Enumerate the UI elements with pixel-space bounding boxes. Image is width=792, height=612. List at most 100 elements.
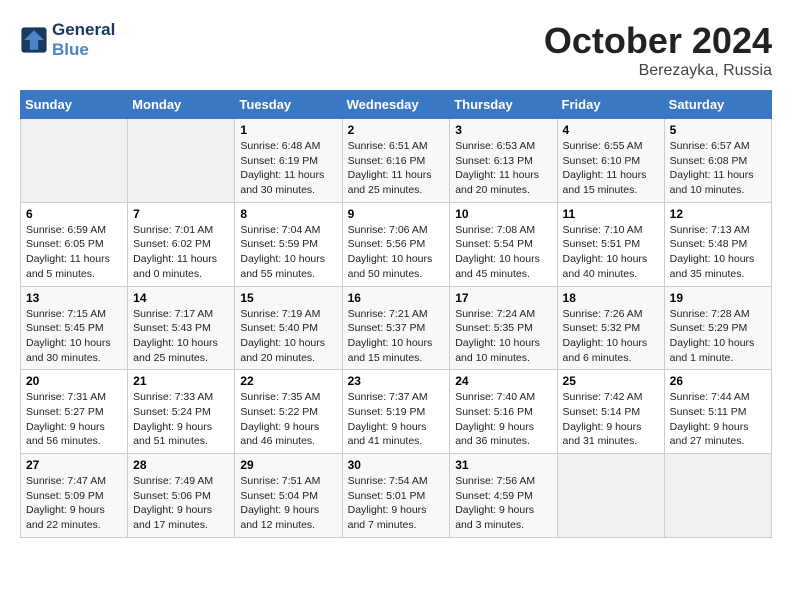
calendar-cell: 13Sunrise: 7:15 AM Sunset: 5:45 PM Dayli… (21, 286, 128, 370)
calendar-week-row: 6 Sunrise: 6:59 AM Sunset: 6:05 PM Daylig… (21, 202, 772, 286)
day-info: Sunrise: 7:28 AM Sunset: 5:29 PM Dayligh… (670, 307, 766, 366)
calendar-cell: 29 Sunrise: 7:51 AM Sunset: 5:04 PM Dayli… (235, 454, 342, 538)
day-number: 21 (133, 374, 229, 388)
calendar-cell (21, 119, 128, 203)
day-info: Sunrise: 6:48 AM Sunset: 6:19 PM Dayligh… (240, 139, 336, 198)
day-info: Sunrise: 7:26 AM Sunset: 5:32 PM Dayligh… (563, 307, 659, 366)
logo-line1: General (52, 20, 115, 40)
day-info: Sunrise: 6:55 AM Sunset: 6:10 PM Dayligh… (563, 139, 659, 198)
day-info: Sunrise: 7:44 AM Sunset: 5:11 PM Dayligh… (670, 390, 766, 449)
day-number: 12 (670, 207, 766, 221)
day-number: 29 (240, 458, 336, 472)
calendar-week-row: 27 Sunrise: 7:47 AM Sunset: 5:09 PM Dayli… (21, 454, 772, 538)
calendar-cell: 7Sunrise: 7:01 AM Sunset: 6:02 PM Daylig… (128, 202, 235, 286)
calendar-cell: 19 Sunrise: 7:28 AM Sunset: 5:29 PM Dayli… (664, 286, 771, 370)
day-number: 9 (348, 207, 445, 221)
day-info: Sunrise: 6:51 AM Sunset: 6:16 PM Dayligh… (348, 139, 445, 198)
day-number: 6 (26, 207, 122, 221)
day-info: Sunrise: 6:53 AM Sunset: 6:13 PM Dayligh… (455, 139, 551, 198)
logo-icon (20, 26, 48, 54)
calendar-cell: 12 Sunrise: 7:13 AM Sunset: 5:48 PM Dayli… (664, 202, 771, 286)
calendar-day-header: Saturday (664, 91, 771, 119)
day-info: Sunrise: 7:49 AM Sunset: 5:06 PM Dayligh… (133, 474, 229, 533)
day-info: Sunrise: 7:06 AM Sunset: 5:56 PM Dayligh… (348, 223, 445, 282)
day-info: Sunrise: 7:51 AM Sunset: 5:04 PM Dayligh… (240, 474, 336, 533)
calendar-cell: 1 Sunrise: 6:48 AM Sunset: 6:19 PM Daylig… (235, 119, 342, 203)
calendar-cell: 22Sunrise: 7:35 AM Sunset: 5:22 PM Dayli… (235, 370, 342, 454)
day-info: Sunrise: 7:54 AM Sunset: 5:01 PM Dayligh… (348, 474, 445, 533)
calendar-cell (557, 454, 664, 538)
day-number: 22 (240, 374, 336, 388)
day-number: 4 (563, 123, 659, 137)
day-number: 14 (133, 291, 229, 305)
day-number: 5 (670, 123, 766, 137)
day-number: 1 (240, 123, 336, 137)
day-number: 17 (455, 291, 551, 305)
day-number: 30 (348, 458, 445, 472)
day-number: 13 (26, 291, 122, 305)
day-number: 2 (348, 123, 445, 137)
calendar-week-row: 1 Sunrise: 6:48 AM Sunset: 6:19 PM Daylig… (21, 119, 772, 203)
page-header: General Blue October 2024 Berezayka, Rus… (20, 20, 772, 80)
calendar-cell: 8Sunrise: 7:04 AM Sunset: 5:59 PM Daylig… (235, 202, 342, 286)
day-number: 10 (455, 207, 551, 221)
day-info: Sunrise: 7:24 AM Sunset: 5:35 PM Dayligh… (455, 307, 551, 366)
day-number: 24 (455, 374, 551, 388)
day-info: Sunrise: 7:40 AM Sunset: 5:16 PM Dayligh… (455, 390, 551, 449)
day-info: Sunrise: 7:13 AM Sunset: 5:48 PM Dayligh… (670, 223, 766, 282)
calendar-cell: 10Sunrise: 7:08 AM Sunset: 5:54 PM Dayli… (450, 202, 557, 286)
calendar-cell: 9 Sunrise: 7:06 AM Sunset: 5:56 PM Daylig… (342, 202, 450, 286)
day-number: 19 (670, 291, 766, 305)
logo: General Blue (20, 20, 115, 60)
logo-line2: Blue (52, 40, 115, 60)
day-info: Sunrise: 7:33 AM Sunset: 5:24 PM Dayligh… (133, 390, 229, 449)
calendar-body: 1 Sunrise: 6:48 AM Sunset: 6:19 PM Daylig… (21, 119, 772, 538)
calendar-day-header: Tuesday (235, 91, 342, 119)
day-number: 28 (133, 458, 229, 472)
calendar-cell: 5 Sunrise: 6:57 AM Sunset: 6:08 PM Daylig… (664, 119, 771, 203)
day-number: 16 (348, 291, 445, 305)
day-number: 20 (26, 374, 122, 388)
calendar-day-header: Wednesday (342, 91, 450, 119)
calendar-day-header: Thursday (450, 91, 557, 119)
month-title: October 2024 (544, 20, 772, 62)
calendar-cell: 14 Sunrise: 7:17 AM Sunset: 5:43 PM Dayli… (128, 286, 235, 370)
day-number: 15 (240, 291, 336, 305)
calendar-cell: 28 Sunrise: 7:49 AM Sunset: 5:06 PM Dayli… (128, 454, 235, 538)
day-info: Sunrise: 7:21 AM Sunset: 5:37 PM Dayligh… (348, 307, 445, 366)
day-number: 27 (26, 458, 122, 472)
calendar-cell: 27 Sunrise: 7:47 AM Sunset: 5:09 PM Dayli… (21, 454, 128, 538)
day-info: Sunrise: 7:56 AM Sunset: 4:59 PM Dayligh… (455, 474, 551, 533)
calendar-cell: 25 Sunrise: 7:42 AM Sunset: 5:14 PM Dayli… (557, 370, 664, 454)
day-number: 25 (563, 374, 659, 388)
calendar-cell: 15Sunrise: 7:19 AM Sunset: 5:40 PM Dayli… (235, 286, 342, 370)
day-info: Sunrise: 7:37 AM Sunset: 5:19 PM Dayligh… (348, 390, 445, 449)
day-number: 11 (563, 207, 659, 221)
day-info: Sunrise: 7:31 AM Sunset: 5:27 PM Dayligh… (26, 390, 122, 449)
calendar-cell: 16 Sunrise: 7:21 AM Sunset: 5:37 PM Dayli… (342, 286, 450, 370)
day-info: Sunrise: 6:57 AM Sunset: 6:08 PM Dayligh… (670, 139, 766, 198)
calendar-cell: 11Sunrise: 7:10 AM Sunset: 5:51 PM Dayli… (557, 202, 664, 286)
calendar-cell (128, 119, 235, 203)
calendar-cell: 20 Sunrise: 7:31 AM Sunset: 5:27 PM Dayli… (21, 370, 128, 454)
day-info: Sunrise: 7:17 AM Sunset: 5:43 PM Dayligh… (133, 307, 229, 366)
calendar-cell: 24 Sunrise: 7:40 AM Sunset: 5:16 PM Dayli… (450, 370, 557, 454)
day-info: Sunrise: 7:47 AM Sunset: 5:09 PM Dayligh… (26, 474, 122, 533)
calendar-week-row: 20 Sunrise: 7:31 AM Sunset: 5:27 PM Dayli… (21, 370, 772, 454)
day-info: Sunrise: 7:42 AM Sunset: 5:14 PM Dayligh… (563, 390, 659, 449)
calendar-day-header: Friday (557, 91, 664, 119)
day-number: 23 (348, 374, 445, 388)
calendar-cell: 23 Sunrise: 7:37 AM Sunset: 5:19 PM Dayli… (342, 370, 450, 454)
calendar-cell: 21 Sunrise: 7:33 AM Sunset: 5:24 PM Dayli… (128, 370, 235, 454)
calendar-cell: 3 Sunrise: 6:53 AM Sunset: 6:13 PM Daylig… (450, 119, 557, 203)
calendar-table: SundayMondayTuesdayWednesdayThursdayFrid… (20, 90, 772, 538)
calendar-cell: 31Sunrise: 7:56 AM Sunset: 4:59 PM Dayli… (450, 454, 557, 538)
location-title: Berezayka, Russia (544, 62, 772, 80)
calendar-day-header: Monday (128, 91, 235, 119)
calendar-week-row: 13Sunrise: 7:15 AM Sunset: 5:45 PM Dayli… (21, 286, 772, 370)
day-number: 3 (455, 123, 551, 137)
day-number: 7 (133, 207, 229, 221)
calendar-cell: 30 Sunrise: 7:54 AM Sunset: 5:01 PM Dayli… (342, 454, 450, 538)
day-info: Sunrise: 6:59 AM Sunset: 6:05 PM Dayligh… (26, 223, 122, 282)
day-number: 18 (563, 291, 659, 305)
